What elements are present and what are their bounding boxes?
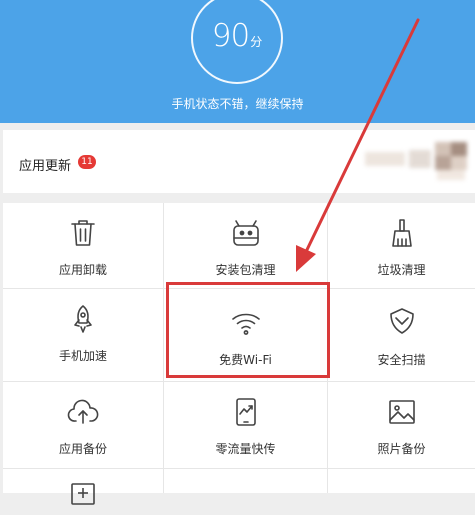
tool-row4-center[interactable] — [164, 469, 327, 493]
tool-label: 零流量快传 — [215, 442, 276, 456]
tool-app-uninstall[interactable]: 应用卸载 — [3, 203, 163, 288]
tool-label: 手机加速 — [58, 349, 107, 363]
status-message: 手机状态不错，继续保持 — [171, 97, 304, 111]
score-unit: 分 — [250, 35, 263, 49]
tool-zero-data-transfer[interactable]: 零流量快传 — [164, 382, 327, 468]
tool-package-cleanup[interactable]: 安装包清理 — [164, 203, 327, 288]
tool-app-backup[interactable]: 应用备份 — [3, 382, 163, 468]
app-updates-label: 应用更新 — [19, 159, 72, 174]
tool-label: 安全扫描 — [377, 353, 426, 367]
tool-label: 照片备份 — [377, 442, 426, 456]
blurred-app-icons — [365, 142, 470, 180]
tool-label: 应用卸载 — [58, 263, 107, 277]
score-value: 90 — [211, 18, 250, 54]
health-score: 90分 — [193, 18, 281, 54]
more-tool-icon — [71, 483, 95, 505]
shield-icon — [389, 308, 414, 334]
tool-label: 垃圾清理 — [377, 263, 426, 277]
update-count-badge: 11 — [78, 155, 96, 169]
tool-label: 安装包清理 — [215, 263, 276, 277]
health-score-ring[interactable]: 90分 — [191, 0, 283, 84]
rocket-icon — [74, 305, 92, 333]
app-updates-row[interactable]: 应用更新 11 — [3, 130, 475, 193]
broom-icon — [391, 219, 412, 247]
cloud-upload-icon — [67, 399, 99, 424]
tool-junk-cleanup[interactable]: 垃圾清理 — [328, 203, 475, 288]
android-package-icon — [232, 220, 259, 246]
score-header: 90分 手机状态不错，继续保持 — [0, 0, 475, 123]
tool-row4-right[interactable] — [328, 469, 475, 493]
phone-transfer-icon — [235, 398, 256, 426]
tool-row4-left[interactable] — [3, 469, 163, 505]
tool-phone-boost[interactable]: 手机加速 — [3, 289, 163, 381]
photo-icon — [388, 400, 415, 424]
trash-icon — [71, 220, 95, 246]
wifi-highlight-box — [166, 282, 330, 378]
tool-label: 应用备份 — [58, 442, 107, 456]
tool-photo-backup[interactable]: 照片备份 — [328, 382, 475, 468]
tool-security-scan[interactable]: 安全扫描 — [328, 289, 475, 381]
